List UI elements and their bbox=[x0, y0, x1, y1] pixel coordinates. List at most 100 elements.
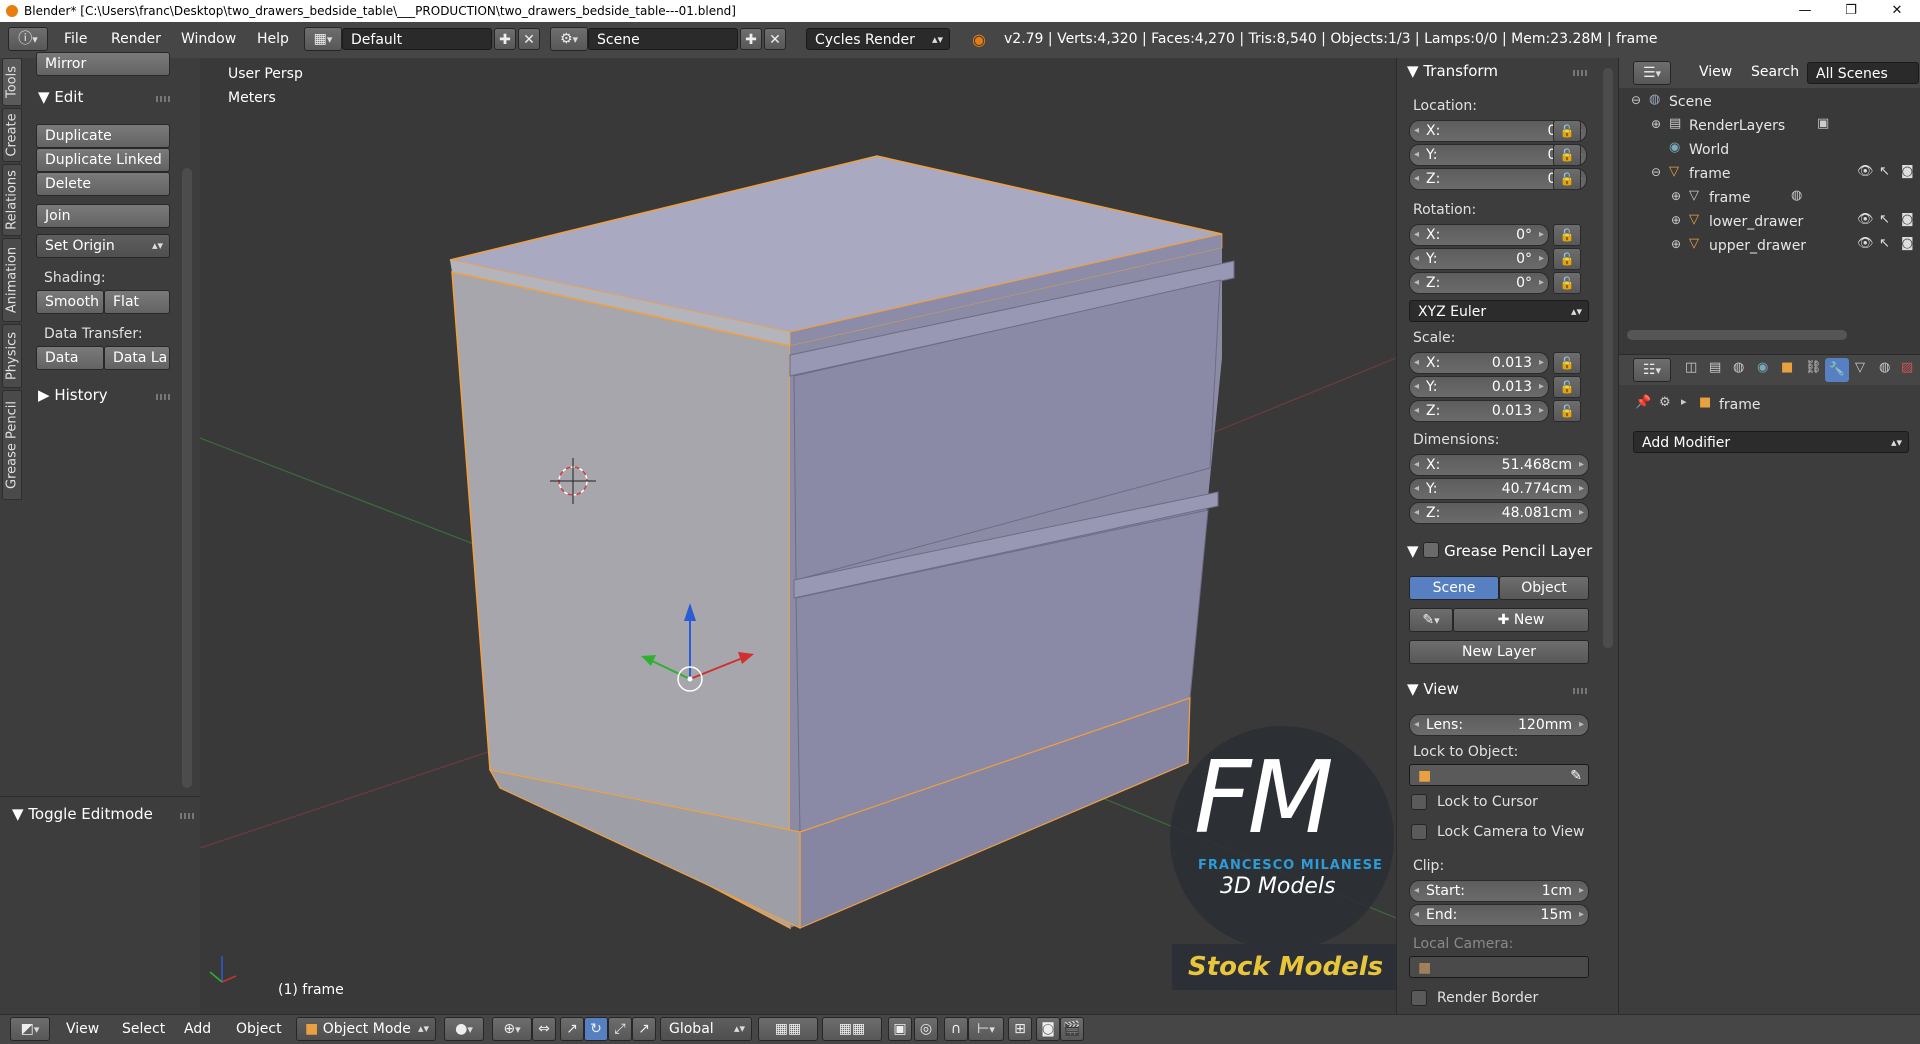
join-button[interactable]: Join bbox=[36, 204, 170, 228]
outliner-scrollbar[interactable] bbox=[1627, 330, 1847, 340]
outliner-editor-icon[interactable]: ☰▾ bbox=[1633, 61, 1671, 85]
info-editor-type-icon[interactable]: ⓘ▾ bbox=[8, 27, 48, 51]
lock-icon[interactable]: 🔓 bbox=[1553, 168, 1581, 190]
proportional-edit-icon[interactable]: ◎ bbox=[914, 1017, 938, 1041]
cursor-select-icon[interactable]: ↖ bbox=[1879, 164, 1890, 179]
dimension-z-field[interactable]: Z: 48.081cm bbox=[1409, 502, 1589, 524]
tab-create[interactable]: Create bbox=[2, 108, 22, 162]
toolshelf-scrollbar[interactable] bbox=[182, 168, 192, 788]
scale-z-field[interactable]: Z: 0.013 bbox=[1409, 400, 1549, 422]
scale-x-field[interactable]: X: 0.013 bbox=[1409, 352, 1549, 374]
snap-target-icon[interactable]: ⊞ bbox=[1008, 1017, 1032, 1041]
data-tab-icon[interactable]: ▽ bbox=[1855, 360, 1865, 375]
cursor-select-icon[interactable]: ↖ bbox=[1879, 212, 1890, 227]
outliner-row-lower-drawer[interactable]: ⊕ ▽ lower_drawer 👁 ↖ ◙ bbox=[1621, 212, 1920, 232]
panel-grip-icon[interactable] bbox=[156, 96, 170, 102]
rotation-z-field[interactable]: Z: 0° bbox=[1409, 272, 1549, 294]
render-border-checkbox[interactable] bbox=[1411, 990, 1427, 1006]
panel-grip-icon[interactable] bbox=[180, 813, 194, 819]
pivot-point-icon[interactable]: ⊕▾ bbox=[492, 1017, 532, 1041]
flat-button[interactable]: Flat bbox=[104, 290, 170, 314]
rotation-mode-select[interactable]: XYZ Euler ▴▾ bbox=[1409, 300, 1589, 322]
texture-tab-icon[interactable]: ▨ bbox=[1901, 360, 1913, 375]
lock-icon[interactable]: 🔓 bbox=[1553, 120, 1581, 142]
manipulator-toggle-icon[interactable]: ⇔ bbox=[532, 1017, 556, 1041]
new-layer-button[interactable]: New Layer bbox=[1409, 640, 1589, 664]
scene-add-icon[interactable]: ✚ bbox=[740, 28, 762, 50]
render-tab-icon[interactable]: ◫ bbox=[1685, 360, 1697, 375]
cursor-select-icon[interactable]: ↖ bbox=[1879, 236, 1890, 251]
mode-select[interactable]: ■ Object Mode ▴▾ bbox=[296, 1017, 436, 1041]
panel-grip-icon[interactable] bbox=[1573, 70, 1587, 76]
set-origin-select[interactable]: Set Origin ▴▾ bbox=[36, 234, 170, 258]
eye-icon[interactable]: 👁 bbox=[1857, 236, 1874, 251]
layout-name-field[interactable]: Default bbox=[342, 28, 492, 50]
layout-remove-icon[interactable]: ✕ bbox=[518, 28, 540, 50]
duplicate-linked-button[interactable]: Duplicate Linked bbox=[36, 148, 170, 172]
scale-y-field[interactable]: Y: 0.013 bbox=[1409, 376, 1549, 398]
object-tab-icon[interactable]: ■ bbox=[1781, 360, 1793, 375]
menu-help[interactable]: Help bbox=[257, 31, 289, 47]
lock-camera-checkbox[interactable] bbox=[1411, 824, 1427, 840]
modifier-wrench-icon[interactable]: 🔧 bbox=[1825, 358, 1849, 382]
renderlayers-tab-icon[interactable]: ▤ bbox=[1709, 360, 1721, 375]
toggle-editmode-header[interactable]: ▼ Toggle Editmode bbox=[12, 805, 153, 823]
clip-end-field[interactable]: End: 15m bbox=[1409, 904, 1589, 926]
render-image-icon[interactable]: ▣ bbox=[1817, 116, 1829, 131]
layers-grid-2-icon[interactable]: ▦▦ bbox=[822, 1017, 882, 1041]
grease-pencil-new-button[interactable]: ✚ New bbox=[1453, 608, 1589, 632]
minimize-button[interactable]: — bbox=[1782, 0, 1828, 22]
transform-panel-header[interactable]: ▼ Transform bbox=[1407, 62, 1498, 80]
render-engine-select[interactable]: Cycles Render ▴▾ bbox=[806, 28, 950, 50]
grease-pencil-checkbox[interactable] bbox=[1423, 542, 1440, 558]
outliner-row-frame[interactable]: ⊖ ▽ frame 👁 ↖ ◙ bbox=[1621, 164, 1920, 184]
translate-manipulator-icon[interactable]: ↗ bbox=[560, 1017, 584, 1041]
layer-lock-icon[interactable]: ▣ bbox=[888, 1017, 912, 1041]
opengl-render-icon[interactable]: ◙ bbox=[1036, 1017, 1060, 1041]
edit-panel-header[interactable]: ▼ Edit bbox=[38, 88, 83, 106]
scene-icon[interactable]: ⚙▾ bbox=[550, 27, 588, 51]
clip-start-field[interactable]: Start: 1cm bbox=[1409, 880, 1589, 902]
duplicate-button[interactable]: Duplicate bbox=[36, 124, 170, 148]
outliner-view-menu[interactable]: View bbox=[1699, 64, 1732, 80]
scene-name-field[interactable]: Scene bbox=[588, 28, 738, 50]
tab-physics[interactable]: Physics bbox=[2, 324, 22, 388]
outliner-display-select[interactable]: All Scenes bbox=[1807, 62, 1919, 84]
dimension-y-field[interactable]: Y: 40.774cm bbox=[1409, 478, 1589, 500]
eyedropper-icon[interactable]: ✎ bbox=[1570, 765, 1582, 787]
menu-file[interactable]: File bbox=[64, 31, 87, 47]
properties-editor-icon[interactable]: ☷▾ bbox=[1633, 358, 1671, 382]
lock-icon[interactable]: 🔓 bbox=[1553, 144, 1581, 166]
menu-window[interactable]: Window bbox=[181, 31, 236, 47]
properties-scrollbar[interactable] bbox=[1603, 68, 1613, 648]
delete-button[interactable]: Delete bbox=[36, 172, 170, 196]
lens-field[interactable]: Lens: 120mm bbox=[1409, 714, 1589, 736]
camera-render-icon[interactable]: ◙ bbox=[1901, 212, 1914, 227]
rotation-y-field[interactable]: Y: 0° bbox=[1409, 248, 1549, 270]
tab-animation[interactable]: Animation bbox=[2, 238, 22, 322]
camera-render-icon[interactable]: ◙ bbox=[1901, 236, 1914, 251]
add-modifier-select[interactable]: Add Modifier ▴▾ bbox=[1633, 431, 1909, 453]
eye-icon[interactable]: 👁 bbox=[1857, 164, 1874, 179]
outliner-row-frame-mesh[interactable]: ⊕ ▽ frame ◍ bbox=[1621, 188, 1920, 208]
grease-pencil-object-tab[interactable]: Object bbox=[1499, 576, 1589, 600]
viewport-view-menu[interactable]: View bbox=[66, 1021, 99, 1037]
data-layers-button[interactable]: Data La bbox=[104, 346, 170, 370]
panel-grip-icon[interactable] bbox=[1573, 688, 1587, 694]
tab-relations[interactable]: Relations bbox=[2, 164, 22, 236]
lock-to-cursor-checkbox[interactable] bbox=[1411, 794, 1427, 810]
data-button[interactable]: Data bbox=[36, 346, 104, 370]
eye-icon[interactable]: 👁 bbox=[1857, 212, 1874, 227]
lock-object-field[interactable]: ■ ✎ bbox=[1409, 764, 1589, 786]
view-panel-header[interactable]: ▼ View bbox=[1407, 680, 1459, 698]
pin-icon[interactable]: 📌 bbox=[1635, 395, 1651, 410]
outliner-row-scene[interactable]: ⊖ ◍ Scene bbox=[1621, 92, 1920, 112]
rotate-manipulator-icon[interactable]: ↻ bbox=[584, 1017, 608, 1041]
tab-grease-pencil[interactable]: Grease Pencil bbox=[2, 390, 22, 500]
scene-remove-icon[interactable]: ✕ bbox=[764, 28, 786, 50]
mirror-button[interactable]: Mirror bbox=[36, 52, 170, 76]
layout-add-icon[interactable]: ✚ bbox=[494, 28, 516, 50]
viewport-editor-icon[interactable]: ◩▾ bbox=[10, 1017, 50, 1041]
grease-pencil-panel-header[interactable]: ▼ Grease Pencil Layer bbox=[1407, 542, 1592, 560]
shading-mode-icon[interactable]: ●▾ bbox=[444, 1017, 484, 1041]
